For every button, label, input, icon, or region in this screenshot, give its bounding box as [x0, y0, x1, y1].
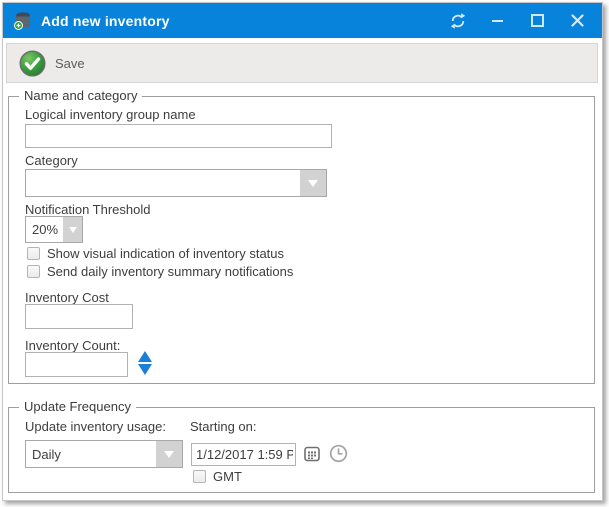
window-controls: [449, 12, 592, 29]
add-inventory-icon: [13, 11, 33, 30]
category-dropdown[interactable]: [25, 169, 327, 197]
gmt-checkbox[interactable]: GMT: [193, 469, 242, 484]
chevron-down-icon: [164, 451, 174, 458]
starting-on-label: Starting on:: [190, 419, 257, 434]
threshold-dropdown-value: 20%: [26, 217, 63, 242]
threshold-label: Notification Threshold: [25, 202, 151, 217]
inventory-count-stepper[interactable]: [138, 351, 152, 375]
clock-icon[interactable]: [329, 444, 348, 463]
calendar-icon[interactable]: [303, 443, 321, 463]
threshold-dropdown-button[interactable]: [63, 217, 82, 242]
inventory-count-label: Inventory Count:: [25, 338, 120, 353]
category-dropdown-button[interactable]: [300, 170, 326, 196]
inventory-count-input[interactable]: [25, 352, 128, 377]
toolbar: Save: [6, 43, 598, 83]
update-usage-dropdown-value: Daily: [26, 441, 156, 467]
maximize-icon[interactable]: [529, 12, 546, 29]
refresh-icon[interactable]: [449, 12, 466, 29]
visual-indication-label: Show visual indication of inventory stat…: [47, 246, 284, 261]
save-button-label: Save: [55, 56, 85, 71]
titlebar: Add new inventory: [3, 3, 602, 38]
screen: Add new inventory: [0, 0, 609, 507]
update-usage-dropdown-button[interactable]: [156, 441, 182, 467]
gmt-label: GMT: [213, 469, 242, 484]
name-and-category-group: Name and category Logical inventory grou…: [8, 96, 595, 384]
spin-up-icon[interactable]: [138, 351, 152, 362]
checkbox-box[interactable]: [27, 247, 40, 260]
daily-summary-label: Send daily inventory summary notificatio…: [47, 264, 293, 279]
category-label: Category: [25, 153, 78, 168]
close-icon[interactable]: [569, 12, 586, 29]
add-inventory-window: Add new inventory: [2, 2, 603, 501]
update-frequency-group: Update Frequency Update inventory usage:…: [8, 407, 595, 493]
category-dropdown-value: [26, 170, 300, 196]
update-frequency-legend: Update Frequency: [19, 399, 136, 414]
daily-summary-checkbox[interactable]: Send daily inventory summary notificatio…: [27, 264, 293, 279]
logical-name-input[interactable]: [25, 124, 332, 148]
checkbox-box[interactable]: [27, 265, 40, 278]
starting-on-input[interactable]: [191, 443, 296, 466]
save-check-icon: [19, 50, 46, 77]
name-and-category-legend: Name and category: [19, 88, 142, 103]
window-title: Add new inventory: [41, 13, 170, 29]
visual-indication-checkbox[interactable]: Show visual indication of inventory stat…: [27, 246, 284, 261]
inventory-cost-label: Inventory Cost: [25, 290, 109, 305]
update-usage-label: Update inventory usage:: [25, 419, 166, 434]
spin-down-icon[interactable]: [138, 364, 152, 375]
chevron-down-icon: [308, 180, 318, 187]
checkbox-box[interactable]: [193, 470, 206, 483]
chevron-down-icon: [69, 227, 77, 233]
threshold-dropdown[interactable]: 20%: [25, 216, 83, 243]
save-button[interactable]: Save: [17, 48, 95, 79]
logical-name-label: Logical inventory group name: [25, 107, 196, 122]
minimize-icon[interactable]: [489, 12, 506, 29]
inventory-cost-input[interactable]: [25, 304, 133, 329]
update-usage-dropdown[interactable]: Daily: [25, 440, 183, 468]
